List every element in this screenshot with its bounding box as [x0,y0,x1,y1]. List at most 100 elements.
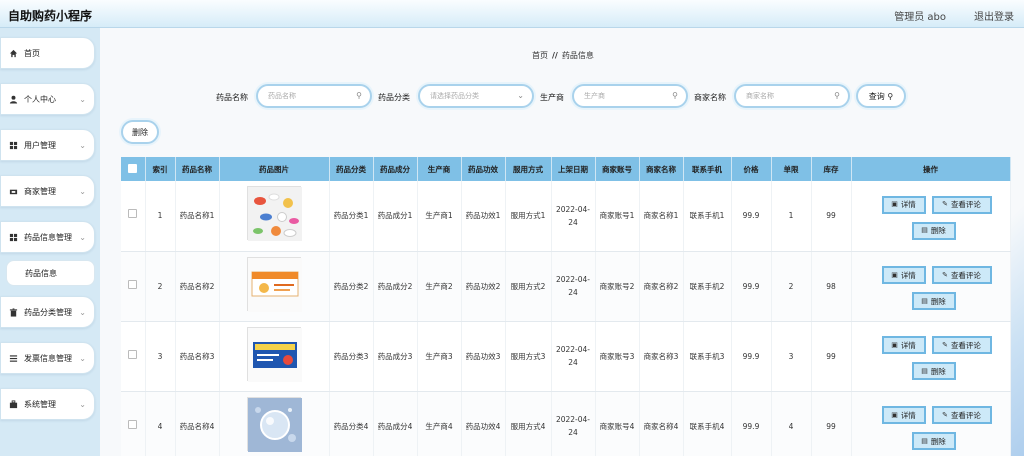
view-reviews-button[interactable]: ✎ 查看评论 [931,195,992,214]
drug-name-input[interactable]: 药品名称 ⚲ [256,84,372,108]
column-header: 商家账号 [595,157,640,181]
cell-stock: 98 [811,251,852,322]
cell-limit: 4 [771,391,812,456]
cell-date: 2022-04-24 [551,391,596,456]
cell-index: 1 [145,181,176,252]
row-checkbox[interactable] [121,321,146,392]
column-header: 药品图片 [219,157,330,181]
cell-merchant-account: 商家账号1 [595,181,640,252]
column-header: 商家名称 [639,157,684,181]
cell-stock: 99 [811,181,852,252]
app-title: 自助购药小程序 [8,9,93,23]
cell-drug-name: 药品名称3 [175,321,220,392]
drug-table: 索引 药品名称 药品图片 药品分类 药品成分 生产商 药品功效 服用方式 上架日… [121,157,1011,456]
column-header: 库存 [811,157,852,181]
logout-link[interactable]: 退出登录 [974,8,1014,23]
edit-icon: ✎ [942,200,948,209]
column-header: 药品成分 [373,157,418,181]
cell-merchant-account: 商家账号2 [595,251,640,322]
grid-icon [9,233,18,242]
breadcrumb-separator: // [552,51,558,60]
sidebar-item-drug-info-management[interactable]: 药品信息管理 ⌄ [0,221,95,253]
batch-delete-button[interactable]: 删除 [121,120,159,144]
cell-actions: ▣ 详情 ✎ 查看评论 ▤ 删除 [851,251,1011,322]
sidebar-item-system-management[interactable]: 系统管理 ⌄ [0,388,95,420]
column-header: 索引 [145,157,176,181]
trash-icon: ▤ [921,226,928,235]
detail-button[interactable]: ▣ 详情 [881,266,926,284]
view-reviews-button[interactable]: ✎ 查看评论 [931,266,992,284]
column-header: 联系手机 [683,157,732,181]
merchant-name-input[interactable]: 商家名称 ⚲ [734,84,850,108]
table-row: 4 药品名称4 药品分类4 药品成分4 生产商4 药品功效4 服用方式4 202… [121,391,1011,456]
cell-merchant-name: 商家名称1 [639,181,684,252]
row-checkbox[interactable] [121,391,146,456]
cell-manufacturer: 生产商2 [417,251,462,322]
table-row: 3 药品名称3 药品分类3 药品成分3 生产商3 药品功效3 服用方式3 202… [121,321,1011,392]
sidebar-item-user-management[interactable]: 用户管理 ⌄ [0,129,95,161]
table-row: 2 药品名称2 药品分类2 药品成分2 生产商2 药品功效2 服用方式2 202… [121,251,1011,322]
cell-merchant-account: 商家账号3 [595,321,640,392]
detail-icon: ▣ [891,200,898,209]
detail-button[interactable]: ▣ 详情 [881,406,926,424]
store-icon [9,187,18,196]
search-icon: ⚲ [672,91,678,100]
grid-icon [9,141,18,150]
delete-button[interactable]: ▤ 删除 [911,432,956,450]
cell-category: 药品分类1 [329,181,374,252]
breadcrumb-home[interactable]: 首页 [532,51,548,60]
sidebar-item-label: 发票信息管理 [24,353,72,363]
home-icon [9,49,18,58]
row-checkbox[interactable] [121,181,146,252]
delete-button[interactable]: ▤ 删除 [911,221,956,240]
sidebar-item-label: 药品信息管理 [24,232,72,242]
query-button[interactable]: 查询 ⚲ [856,84,906,108]
detail-icon: ▣ [891,410,898,419]
cell-drug-name: 药品名称2 [175,251,220,322]
sidebar-subitem-drug-info[interactable]: 药品信息 [6,260,95,286]
select-all-checkbox[interactable] [121,157,146,181]
cell-index: 2 [145,251,176,322]
cell-category: 药品分类4 [329,391,374,456]
cell-price: 99.9 [731,181,772,252]
manufacturer-input[interactable]: 生产商 ⚲ [572,84,688,108]
column-header: 价格 [731,157,772,181]
sidebar-item-home[interactable]: 首页 [0,37,95,69]
search-icon: ⚲ [834,91,840,100]
view-reviews-button[interactable]: ✎ 查看评论 [931,406,992,424]
detail-button[interactable]: ▣ 详情 [881,336,926,354]
cell-price: 99.9 [731,321,772,392]
view-reviews-button[interactable]: ✎ 查看评论 [931,336,992,354]
sidebar-item-invoice-management[interactable]: 发票信息管理 ⌄ [0,342,95,374]
breadcrumb-current: 药品信息 [561,51,594,60]
sidebar-item-label: 首页 [24,48,40,58]
cell-effect: 药品功效3 [461,321,506,392]
search-icon: ⚲ [887,91,894,101]
delete-button[interactable]: ▤ 删除 [911,292,956,310]
cell-effect: 药品功效1 [461,181,506,252]
sidebar-item-drug-category-management[interactable]: 药品分类管理 ⌄ [0,296,95,328]
column-header: 药品分类 [329,157,374,181]
sidebar-item-label: 商家管理 [24,186,56,196]
cell-ingredient: 药品成分1 [373,181,418,252]
row-checkbox[interactable] [121,251,146,322]
drug-category-select[interactable]: 请选择药品分类 ⌄ [418,84,534,108]
sidebar: 首页 个人中心 ⌄ 用户管理 ⌄ 商家管理 ⌄ 药品信息管理 ⌄ 药品信息 药品… [0,28,100,456]
delete-button[interactable]: ▤ 删除 [911,362,956,380]
column-header: 单限 [771,157,812,181]
drug-image [247,256,302,312]
table-header-row: 索引 药品名称 药品图片 药品分类 药品成分 生产商 药品功效 服用方式 上架日… [121,157,1011,181]
trash-icon: ▤ [921,366,928,375]
sidebar-item-personal-center[interactable]: 个人中心 ⌄ [0,83,95,115]
cell-actions: ▣ 详情 ✎ 查看评论 ▤ 删除 [851,391,1011,456]
cell-index: 4 [145,391,176,456]
edit-icon: ✎ [942,270,948,279]
edit-icon: ✎ [942,340,948,349]
column-header: 生产商 [417,157,462,181]
cell-phone: 联系手机3 [683,321,732,392]
cell-usage: 服用方式1 [505,181,552,252]
cell-merchant-name: 商家名称3 [639,321,684,392]
sidebar-item-merchant-management[interactable]: 商家管理 ⌄ [0,175,95,207]
detail-button[interactable]: ▣ 详情 [881,195,926,214]
trash-icon: ▤ [921,436,928,445]
